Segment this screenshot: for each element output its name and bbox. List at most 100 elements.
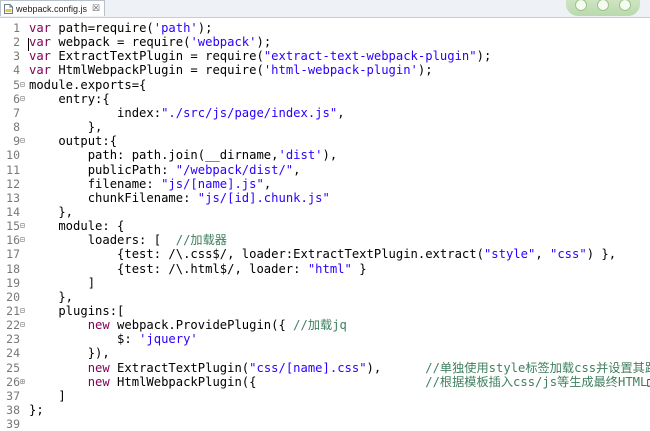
line-number: 24 <box>6 346 20 361</box>
code-token: }; <box>29 403 44 418</box>
code-line[interactable]: 25 new ExtractTextPlugin("css/[name].css… <box>0 361 650 375</box>
code-line[interactable]: 16⊟ loaders: [ //加载器 <box>0 233 227 247</box>
code-token: }, <box>29 289 74 304</box>
line-number: 19 <box>6 275 20 290</box>
decorative-widget <box>566 0 640 16</box>
code-token: , <box>337 105 345 120</box>
code-token: }, <box>29 204 74 219</box>
code-line[interactable]: 10 path: path.join(__dirname,'dist'), <box>0 148 337 162</box>
line-number: 17 <box>6 247 20 262</box>
code-keyword: var <box>29 63 52 78</box>
code-line[interactable]: 20 }, <box>0 290 73 304</box>
line-number: 3 <box>13 49 20 64</box>
code-line[interactable]: 38}; <box>0 403 44 417</box>
code-token: , <box>263 176 272 191</box>
line-number: 22 <box>6 318 20 333</box>
code-editor[interactable]: 1 var path=require('path'); 2 var webpack =… <box>0 18 650 431</box>
code-token: , <box>535 247 550 262</box>
code-text: output:{ <box>29 134 117 148</box>
code-token: ), <box>366 360 426 375</box>
code-string: 'webpack' <box>190 35 257 50</box>
code-string: 'html-webpack-plugin' <box>263 63 418 78</box>
code-line[interactable]: 37 ] <box>0 389 66 403</box>
code-line[interactable]: 9⊟ output:{ <box>0 134 117 148</box>
code-token: entry:{ <box>29 91 110 106</box>
code-keyword: new <box>87 318 110 333</box>
code-line[interactable]: 11 publicPath: "/webpack/dist/", <box>0 163 301 177</box>
fold-toggle-icon[interactable]: ⊞ <box>20 375 29 389</box>
code-string: 'dist' <box>278 148 323 163</box>
line-number: 20 <box>6 289 20 304</box>
code-text: }; <box>29 403 44 417</box>
line-number: 38 <box>6 403 20 418</box>
code-line[interactable]: 13 chunkFilename: "js/[id].chunk.js" <box>0 191 330 205</box>
code-line[interactable]: 4 var HtmlWebpackPlugin = require('html-w… <box>0 63 433 77</box>
code-line[interactable]: 8 }, <box>0 120 102 134</box>
code-line[interactable]: 19 ] <box>0 276 95 290</box>
code-token: ); <box>197 21 213 35</box>
code-token: $: <box>29 332 140 347</box>
code-comment: //加载器 <box>175 233 227 248</box>
code-line[interactable]: 18 {test: /\.html$/, loader: "html" } <box>0 261 366 276</box>
code-line[interactable]: 6⊟ entry:{ <box>0 92 110 106</box>
code-token: ] <box>29 388 66 403</box>
code-line[interactable]: 24 }), <box>0 346 110 360</box>
line-number: 9 <box>13 134 20 149</box>
code-line[interactable]: 14 }, <box>0 205 73 219</box>
code-text: }), <box>29 346 110 360</box>
code-text: ] <box>29 276 95 290</box>
code-line[interactable]: 26⊞ new HtmlWebpackPlugin({ //根据模板插入css/… <box>0 375 650 389</box>
code-token: ExtractTextPlugin = require( <box>51 49 264 64</box>
code-keyword: var <box>29 21 52 35</box>
code-line[interactable]: 21⊟ plugins:[ <box>0 304 124 318</box>
code-string: 'jquery' <box>139 332 198 347</box>
code-line[interactable]: 23 $: 'jquery' <box>0 332 198 346</box>
code-text: new HtmlWebpackPlugin({ //根据模板插入css/js等生… <box>29 375 650 389</box>
code-text: module: { <box>29 219 124 233</box>
line-number: 4 <box>13 63 20 78</box>
code-text: var ExtractTextPlugin = require("extract… <box>29 49 491 63</box>
code-string: "extract-text-webpack-plugin" <box>263 49 477 64</box>
close-icon[interactable]: ☒ <box>92 3 100 14</box>
code-text: plugins:[ <box>29 304 124 318</box>
code-token: path=require( <box>51 21 154 35</box>
code-line[interactable]: 1 var path=require('path'); <box>0 21 212 35</box>
fold-toggle-icon[interactable]: ⊟ <box>20 318 29 332</box>
line-number: 21 <box>6 304 20 318</box>
code-string: "./src/js/page/index.js" <box>161 105 338 120</box>
code-keyword: var <box>29 35 52 50</box>
code-line[interactable]: 22⊟ new webpack.ProvidePlugin({ //加载jq <box>0 318 347 332</box>
code-line[interactable]: 12 filename: "js/[name].js", <box>0 177 271 191</box>
fold-toggle-icon[interactable]: ⊟ <box>20 92 29 106</box>
fold-toggle-icon[interactable]: ⊟ <box>20 78 29 92</box>
code-line[interactable]: 7 index:"./src/js/page/index.js", <box>0 105 345 120</box>
code-string: "html" <box>307 261 352 276</box>
code-line[interactable]: 3 var ExtractTextPlugin = require("extrac… <box>0 49 491 63</box>
code-line[interactable]: 17 {test: /\.css$/, loader:ExtractTextPl… <box>0 247 616 261</box>
code-text: loaders: [ //加载器 <box>29 233 227 247</box>
code-line[interactable]: 15⊟ module: { <box>0 219 124 233</box>
code-comment: //单独使用style标签加载css并设置其路径 <box>425 360 650 375</box>
code-string: "css/[name].css" <box>249 360 367 375</box>
fold-toggle-icon[interactable]: ⊟ <box>20 219 29 233</box>
code-line[interactable]: 39 <box>0 417 29 431</box>
line-number: 8 <box>13 120 20 135</box>
line-number: 25 <box>6 360 20 375</box>
code-string: "js/[name].js" <box>161 176 264 191</box>
code-token: path: path.join(__dirname, <box>29 148 279 163</box>
tab-webpack-config[interactable]: webpack.config.js ☒ <box>0 0 106 16</box>
code-line[interactable]: 5⊟ module.exports={ <box>0 78 146 92</box>
code-token: loaders: [ <box>29 233 176 248</box>
fold-toggle-icon[interactable]: ⊟ <box>20 304 29 318</box>
line-number: 18 <box>6 261 20 276</box>
fold-toggle-icon[interactable]: ⊟ <box>20 233 29 247</box>
fold-toggle-icon[interactable]: ⊟ <box>20 134 29 148</box>
code-text: chunkFilename: "js/[id].chunk.js" <box>29 191 330 205</box>
code-string: 'path' <box>153 21 198 35</box>
code-token: plugins:[ <box>29 304 125 318</box>
code-text: publicPath: "/webpack/dist/", <box>29 163 301 177</box>
code-line[interactable]: 2 var webpack = require('webpack'); <box>0 35 271 49</box>
